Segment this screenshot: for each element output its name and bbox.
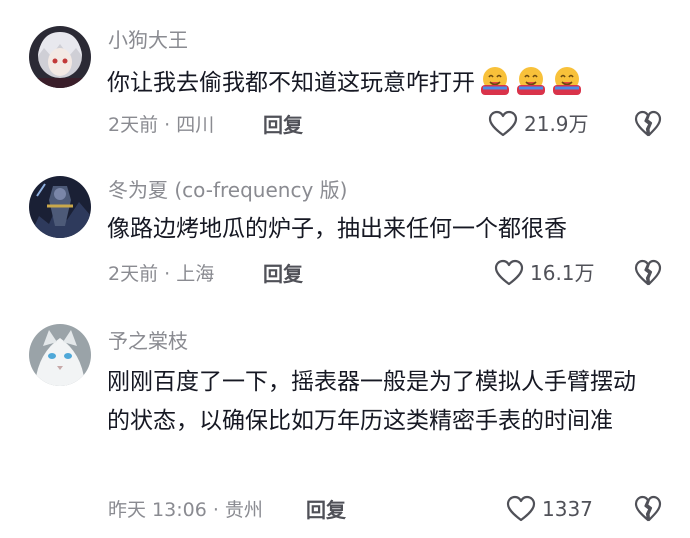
comment-item: 予之棠枝 刚刚百度了一下，摇表器一般是为了模拟人手臂摆动的状态，以确保比如万年历… bbox=[0, 0, 690, 538]
reply-button[interactable]: 回复 bbox=[306, 498, 346, 522]
comment-meta: 昨天 13:06 · 贵州 bbox=[108, 499, 263, 521]
like-button[interactable]: 1337 bbox=[506, 495, 593, 523]
broken-heart-icon bbox=[634, 495, 662, 523]
heart-outline-icon bbox=[506, 495, 536, 523]
dislike-button[interactable] bbox=[634, 495, 662, 523]
like-count: 1337 bbox=[542, 497, 593, 521]
avatar[interactable] bbox=[29, 324, 91, 386]
username[interactable]: 予之棠枝 bbox=[108, 329, 188, 353]
comment-text: 刚刚百度了一下，摇表器一般是为了模拟人手臂摆动的状态，以确保比如万年历这类精密手… bbox=[107, 369, 636, 434]
